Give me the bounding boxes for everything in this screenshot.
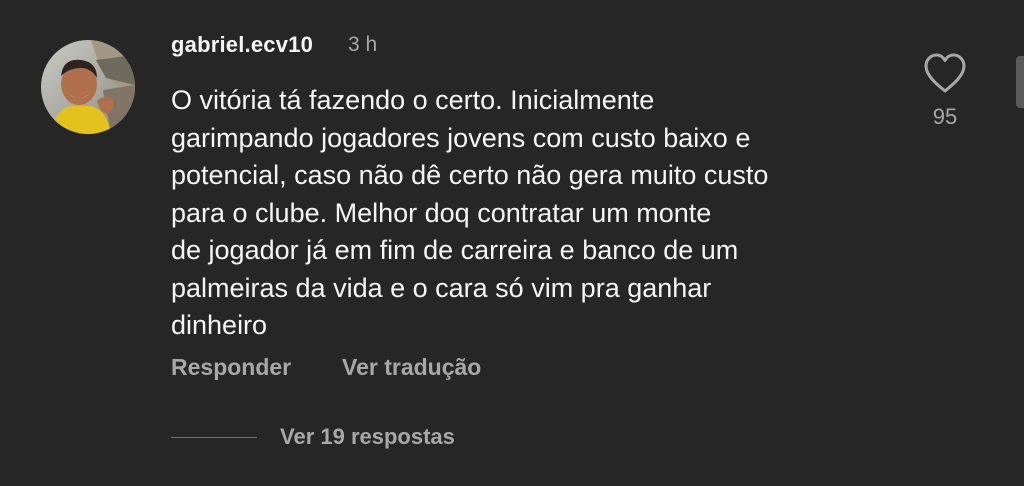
comment-timestamp: 3 h bbox=[348, 33, 378, 56]
like-count: 95 bbox=[932, 104, 958, 129]
comment-text-line: potencial, caso não dê certo não gera mu… bbox=[171, 160, 769, 190]
translate-button[interactable]: Ver tradução bbox=[342, 354, 481, 381]
comment-body: O vitória tá fazendo o certo. Inicialmen… bbox=[171, 82, 891, 345]
avatar-image bbox=[41, 40, 135, 134]
comment-text-line: para o clube. Melhor doq contratar um mo… bbox=[171, 197, 712, 228]
view-replies-button[interactable]: Ver 19 respostas bbox=[171, 423, 455, 451]
scrollbar-thumb[interactable] bbox=[1016, 56, 1024, 108]
comment-text-line: garimpando jogadores jovens com custo ba… bbox=[171, 122, 751, 153]
avatar[interactable] bbox=[41, 40, 135, 134]
view-replies-label: Ver 19 respostas bbox=[280, 424, 455, 449]
heart-outline-icon bbox=[924, 53, 966, 93]
comment-text-line: dinheiro bbox=[171, 310, 268, 340]
comment-item: gabriel.ecv10 3 h O vitória tá fazendo o… bbox=[0, 0, 1024, 486]
username[interactable]: gabriel.ecv10 bbox=[171, 32, 313, 58]
reply-button[interactable]: Responder bbox=[171, 354, 291, 380]
comment-text-line: O vitória tá fazendo o certo. Inicialmen… bbox=[171, 85, 655, 115]
like-button[interactable] bbox=[922, 52, 968, 94]
comment-text-line: de jogador já em fim de carreira e banco… bbox=[171, 235, 739, 265]
comment-actions: Responder Ver tradução bbox=[171, 354, 481, 381]
replies-divider bbox=[171, 436, 257, 438]
comment-text-line: palmeiras da vida e o cara só vim pra ga… bbox=[171, 272, 712, 303]
